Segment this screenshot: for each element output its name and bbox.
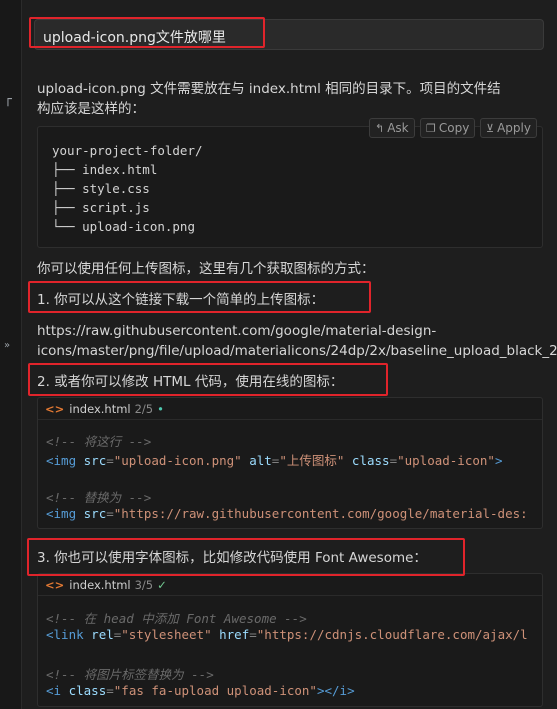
- code-token: "upload-icon.png": [113, 453, 242, 468]
- code-token: src: [83, 506, 107, 521]
- code-line: <img src="https://raw.githubusercontent.…: [46, 506, 528, 521]
- ask-button[interactable]: ↰ Ask: [369, 118, 415, 138]
- code-block-count: 2/5: [134, 402, 154, 416]
- method-1-text: 1. 你可以从这个链接下载一个简单的上传图标：: [37, 292, 325, 308]
- code-token: <img: [46, 506, 77, 521]
- ask-label: Ask: [387, 121, 409, 135]
- code-token: alt: [249, 453, 272, 468]
- code-comment: <!-- 替换为 -->: [46, 490, 152, 505]
- user-message[interactable]: upload-icon.png文件放哪里: [34, 19, 544, 50]
- code-block-header[interactable]: <> index.html 3/5 ✓: [38, 574, 542, 596]
- code-token: ></: [316, 683, 340, 698]
- code-line: <i class="fas fa-upload upload-icon"></i…: [46, 683, 355, 698]
- file-tree-code-block: your-project-folder/ ├── index.html ├── …: [37, 126, 543, 248]
- chat-panel: upload-icon.png文件放哪里 upload-icon.png 文件需…: [23, 0, 557, 709]
- tree-line: ├── script.js: [52, 200, 150, 215]
- code-block-index-3: <> index.html 3/5 ✓ <!-- 在 head 中添加 Font Aw…: [37, 573, 543, 707]
- icon-url-line-1[interactable]: https://raw.githubusercontent.com/google…: [37, 321, 436, 341]
- apply-icon: ⊻: [486, 122, 495, 135]
- ask-arrow-icon: ↰: [375, 122, 385, 135]
- code-token: "https://raw.githubusercontent.com/googl…: [113, 506, 528, 521]
- code-token: rel: [91, 627, 114, 642]
- code-file-icon: <>: [45, 578, 65, 592]
- code-token: "fas fa-upload upload-icon": [113, 683, 317, 698]
- copy-icon: ❐: [426, 122, 436, 135]
- code-token: class: [68, 683, 107, 698]
- apply-button[interactable]: ⊻ Apply: [480, 118, 537, 138]
- gutter-bracket-icon: ┌: [4, 92, 12, 107]
- copy-label: Copy: [438, 121, 470, 135]
- gutter-chevron-icon: »: [4, 340, 11, 351]
- method-3-text: 3. 你也可以使用字体图标，比如修改代码使用 Font Awesome：: [37, 550, 427, 566]
- code-comment: <!-- 将这行 -->: [46, 434, 152, 449]
- methods-intro: 你可以使用任何上传图标，这里有几个获取图标的方式：: [37, 261, 375, 277]
- code-line: <link rel="stylesheet" href="https://cdn…: [46, 627, 528, 642]
- code-token: "upload-icon": [397, 453, 495, 468]
- code-block-header[interactable]: <> index.html 2/5 •: [38, 398, 542, 420]
- code-token: href: [219, 627, 250, 642]
- code-token: "stylesheet": [121, 627, 212, 642]
- code-token: <i: [46, 683, 62, 698]
- code-token: >: [347, 683, 355, 698]
- code-filename: index.html: [69, 402, 131, 416]
- code-token: >: [494, 453, 503, 468]
- code-block-count: 3/5: [134, 578, 154, 592]
- copy-button[interactable]: ❐ Copy: [420, 118, 476, 138]
- code-token: i: [339, 683, 348, 698]
- code-token: src: [83, 453, 107, 468]
- code-filename: index.html: [69, 578, 131, 592]
- tree-line: └── upload-icon.png: [52, 219, 195, 234]
- code-token: class: [351, 453, 390, 468]
- user-message-text: upload-icon.png文件放哪里: [43, 30, 226, 46]
- code-token: "https://cdnjs.cloudflare.com/ajax/l: [256, 627, 528, 642]
- tree-line: ├── style.css: [52, 181, 150, 196]
- answer-intro-line-1: upload-icon.png 文件需要放在与 index.html 相同的目录…: [37, 81, 501, 97]
- code-token: <img: [46, 453, 77, 468]
- method-2-text: 2. 或者你可以修改 HTML 代码，使用在线的图标：: [37, 374, 344, 390]
- code-comment: <!-- 将图片标签替换为 -->: [46, 667, 214, 682]
- apply-label: Apply: [497, 121, 531, 135]
- code-block-index-2: <> index.html 2/5 • <!-- 将这行 --> <img src="…: [37, 397, 543, 529]
- code-line: <img src="upload-icon.png" alt="上传图标" cl…: [46, 453, 503, 468]
- icon-url-line-2[interactable]: icons/master/png/file/upload/materialico…: [37, 341, 557, 361]
- tree-line: ├── index.html: [52, 162, 158, 177]
- tree-line: your-project-folder/: [52, 143, 203, 158]
- left-gutter: ┌ »: [0, 0, 22, 709]
- applied-check-icon: ✓: [157, 578, 167, 592]
- code-file-icon: <>: [45, 402, 65, 416]
- answer-intro-line-2: 构应该是这样的：: [37, 101, 145, 117]
- code-token: <link: [46, 627, 84, 642]
- unsaved-dot-icon: •: [157, 402, 164, 416]
- code-comment: <!-- 在 head 中添加 Font Awesome -->: [46, 611, 307, 626]
- code-token: "上传图标": [279, 453, 345, 468]
